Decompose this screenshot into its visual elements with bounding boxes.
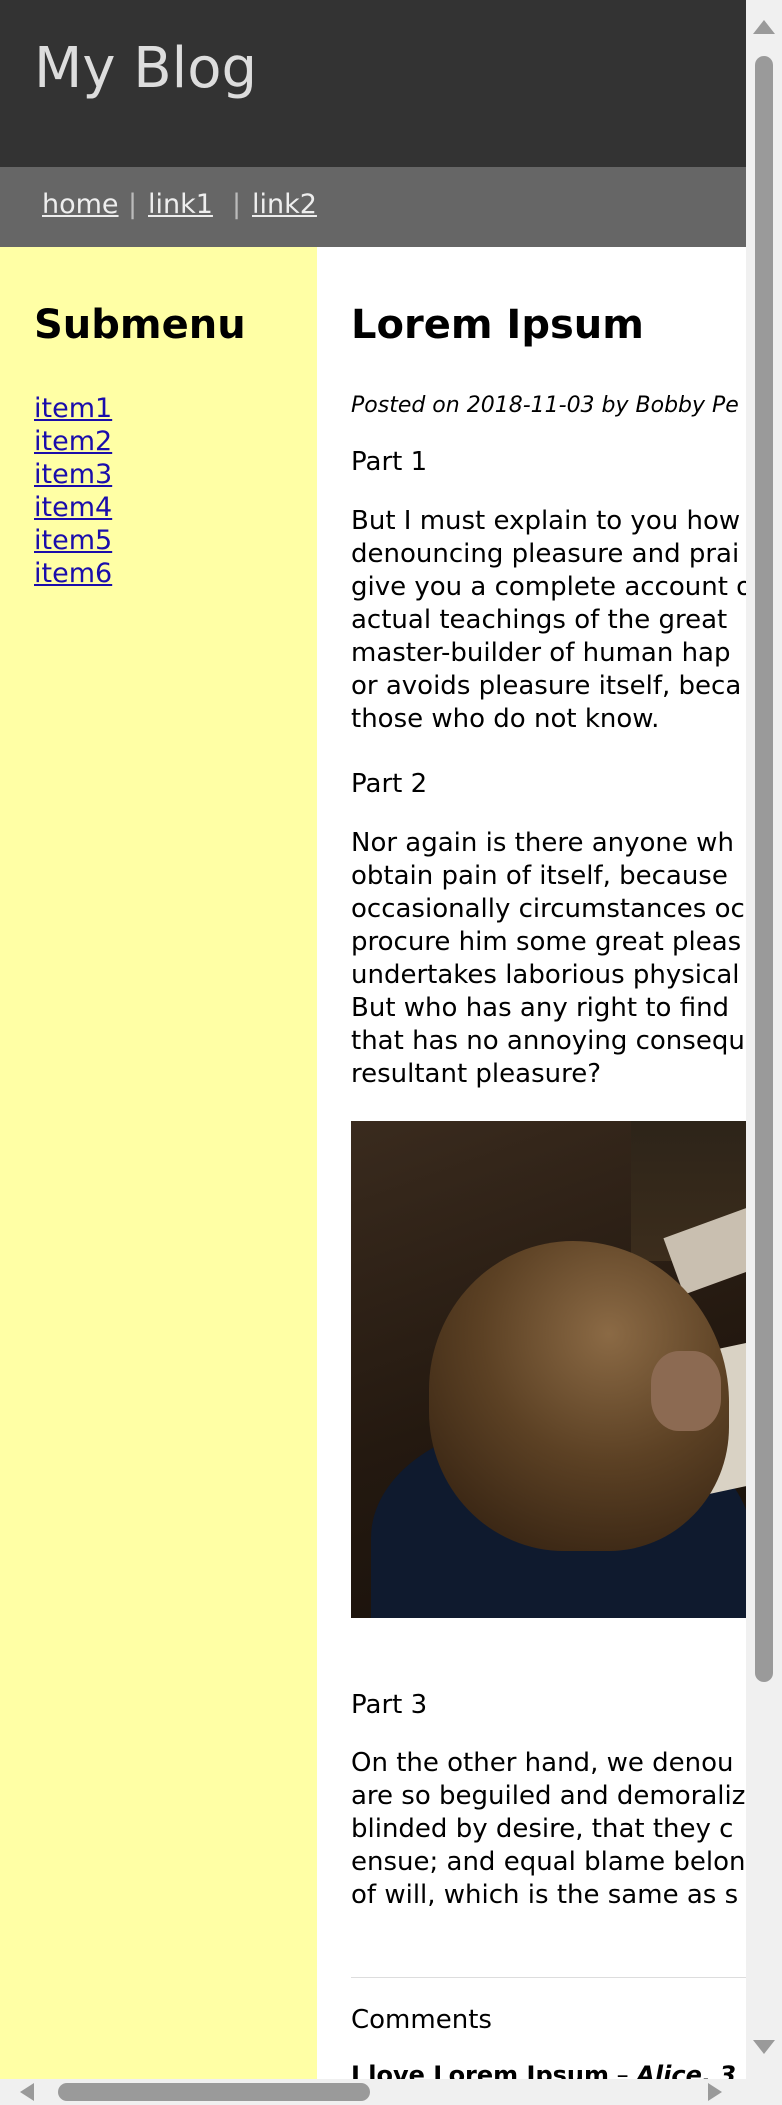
comment-title: I love Lorem Ipsum xyxy=(351,2061,610,2079)
paragraph-line: give you a complete account o xyxy=(351,572,746,602)
post-title: Lorem Ipsum xyxy=(351,302,644,348)
paragraph-line: On the other hand, we denou xyxy=(351,1748,734,1778)
paragraph-line: of will, which is the same as s xyxy=(351,1880,739,1910)
sidebar: Submenu item1 item2 item3 item4 item5 it… xyxy=(0,247,317,2079)
nav-separator: | xyxy=(128,189,138,220)
paragraph-line: blinded by desire, that they c xyxy=(351,1814,734,1844)
scroll-left-icon[interactable] xyxy=(20,2083,34,2101)
nav-link-link1[interactable]: link1 xyxy=(148,189,213,220)
paragraph: But I must explain to you how denouncing… xyxy=(351,505,746,736)
paragraph-line: obtain pain of itself, because xyxy=(351,861,728,891)
paragraph-line: are so beguiled and demoraliz xyxy=(351,1781,746,1811)
horizontal-scroll-thumb[interactable] xyxy=(58,2083,370,2101)
nav-separator: | xyxy=(232,189,242,220)
horizontal-scrollbar[interactable] xyxy=(0,2079,782,2105)
scroll-right-icon[interactable] xyxy=(708,2083,722,2101)
post-image xyxy=(351,1121,746,1618)
submenu-item-4[interactable]: item4 xyxy=(34,491,112,524)
submenu-item-2[interactable]: item2 xyxy=(34,425,112,458)
nav-bar: home | link1 | link2 xyxy=(0,167,746,247)
paragraph-line: those who do not know. xyxy=(351,704,660,734)
part-heading: Part 3 xyxy=(351,1690,428,1720)
vertical-scroll-thumb[interactable] xyxy=(755,56,773,1682)
site-header: My Blog xyxy=(0,0,746,167)
nav-link-home[interactable]: home xyxy=(42,189,119,220)
paragraph: On the other hand, we denou are so begui… xyxy=(351,1747,746,1912)
site-title: My Blog xyxy=(34,36,258,101)
scroll-down-icon[interactable] xyxy=(753,2040,775,2054)
submenu-item-3[interactable]: item3 xyxy=(34,458,112,491)
paragraph-line: or avoids pleasure itself, beca xyxy=(351,671,742,701)
nav-link-link2[interactable]: link2 xyxy=(252,189,317,220)
paragraph-line: Nor again is there anyone wh xyxy=(351,828,734,858)
vertical-scrollbar[interactable] xyxy=(746,0,782,2079)
photo-hand xyxy=(651,1351,721,1431)
submenu-item-1[interactable]: item1 xyxy=(34,392,112,425)
page-viewport: My Blog home | link1 | link2 Submenu ite… xyxy=(0,0,746,2079)
comments-title: Comments xyxy=(351,2005,492,2035)
submenu-item-5[interactable]: item5 xyxy=(34,524,112,557)
paragraph-line: that has no annoying consequ xyxy=(351,1026,745,1056)
paragraph-line: occasionally circumstances oc xyxy=(351,894,745,924)
paragraph: Nor again is there anyone wh obtain pain… xyxy=(351,827,746,1091)
part-heading: Part 2 xyxy=(351,769,428,799)
submenu-title: Submenu xyxy=(34,302,246,348)
paragraph-line: master-builder of human hap xyxy=(351,638,731,668)
post-meta: Posted on 2018-11-03 by Bobby Pe xyxy=(351,393,739,418)
paragraph-line: resultant pleasure? xyxy=(351,1059,602,1089)
submenu-item-6[interactable]: item6 xyxy=(34,557,112,590)
paragraph-line: actual teachings of the great xyxy=(351,605,728,635)
submenu-list: item1 item2 item3 item4 item5 item6 xyxy=(34,392,112,590)
comment-author: Alice, 3 xyxy=(636,2061,737,2079)
paragraph-line: procure him some great pleas xyxy=(351,927,742,957)
scroll-up-icon[interactable] xyxy=(753,20,775,34)
comments-divider xyxy=(351,1977,746,1978)
part-heading: Part 1 xyxy=(351,447,428,477)
paragraph-line: denouncing pleasure and prai xyxy=(351,539,740,569)
paragraph-line: undertakes laborious physical xyxy=(351,960,740,990)
paragraph-line: But I must explain to you how xyxy=(351,506,741,536)
paragraph-line: But who has any right to find xyxy=(351,993,730,1023)
comment-header: I love Lorem Ipsum – Alice, 3 xyxy=(351,2059,736,2079)
paragraph-line: ensue; and equal blame belon xyxy=(351,1847,746,1877)
